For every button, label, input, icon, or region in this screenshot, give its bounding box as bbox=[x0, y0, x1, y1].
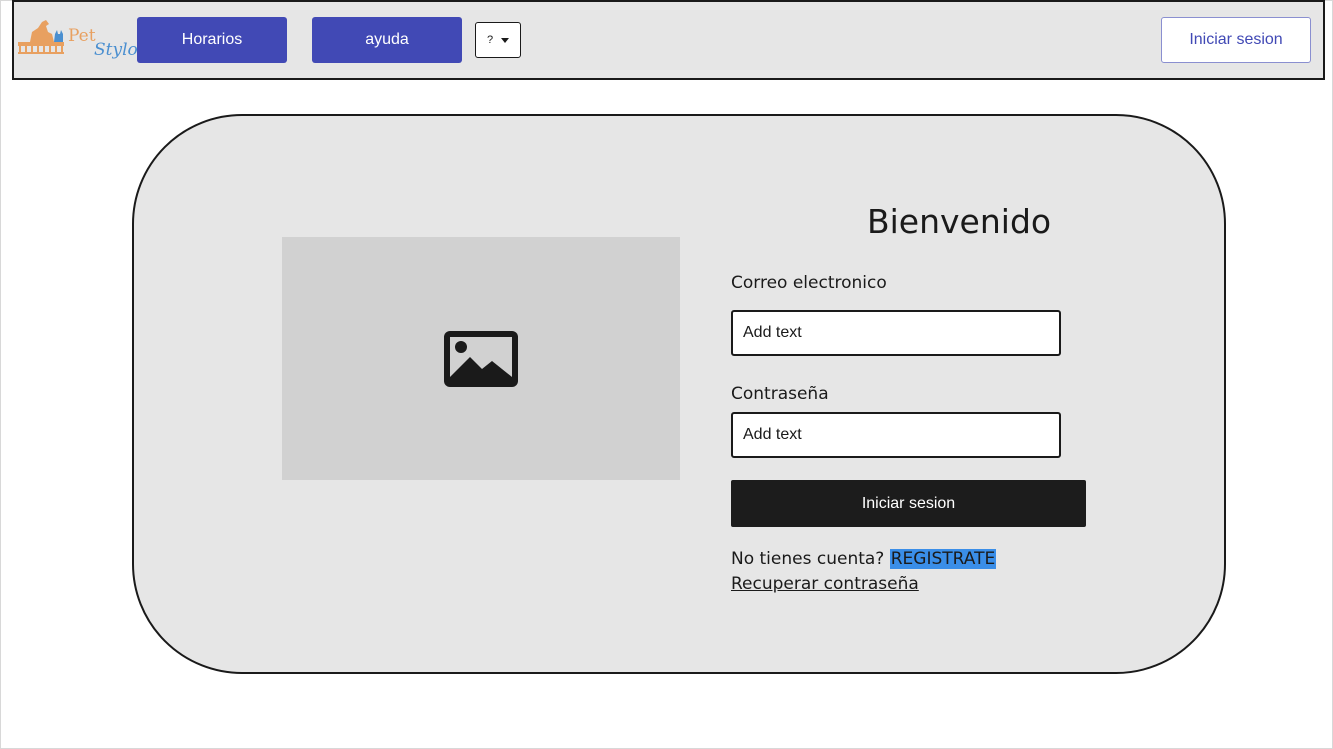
chevron-down-icon bbox=[501, 37, 510, 43]
signup-prompt-text: No tienes cuenta? bbox=[731, 549, 885, 569]
email-label: Correo electronico bbox=[731, 273, 887, 293]
logo-icon bbox=[18, 20, 64, 54]
horarios-button[interactable]: Horarios bbox=[137, 17, 287, 63]
welcome-title: Bienvenido bbox=[867, 202, 1052, 241]
register-link[interactable]: REGISTRATE bbox=[889, 549, 997, 569]
signup-prompt-line: No tienes cuenta? REGISTRATE bbox=[731, 549, 997, 569]
top-navbar: Pet Stylo Horarios ayuda ? Iniciar sesio… bbox=[12, 0, 1325, 80]
header-login-button[interactable]: Iniciar sesion bbox=[1161, 17, 1311, 63]
image-placeholder bbox=[282, 237, 680, 480]
help-dropdown-value: ? bbox=[486, 34, 494, 46]
logo-stylo-text: Stylo bbox=[94, 40, 138, 60]
password-label: Contraseña bbox=[731, 384, 829, 404]
help-dropdown[interactable]: ? bbox=[475, 22, 521, 58]
login-submit-button[interactable]: Iniciar sesion bbox=[731, 480, 1086, 527]
recover-password-link[interactable]: Recuperar contraseña bbox=[731, 574, 919, 594]
password-field[interactable] bbox=[731, 412, 1061, 458]
pet-stylo-logo[interactable]: Pet Stylo bbox=[16, 12, 138, 66]
logo-pet-text: Pet bbox=[68, 26, 96, 46]
image-icon bbox=[444, 330, 518, 387]
email-field[interactable] bbox=[731, 310, 1061, 356]
ayuda-button[interactable]: ayuda bbox=[312, 17, 462, 63]
